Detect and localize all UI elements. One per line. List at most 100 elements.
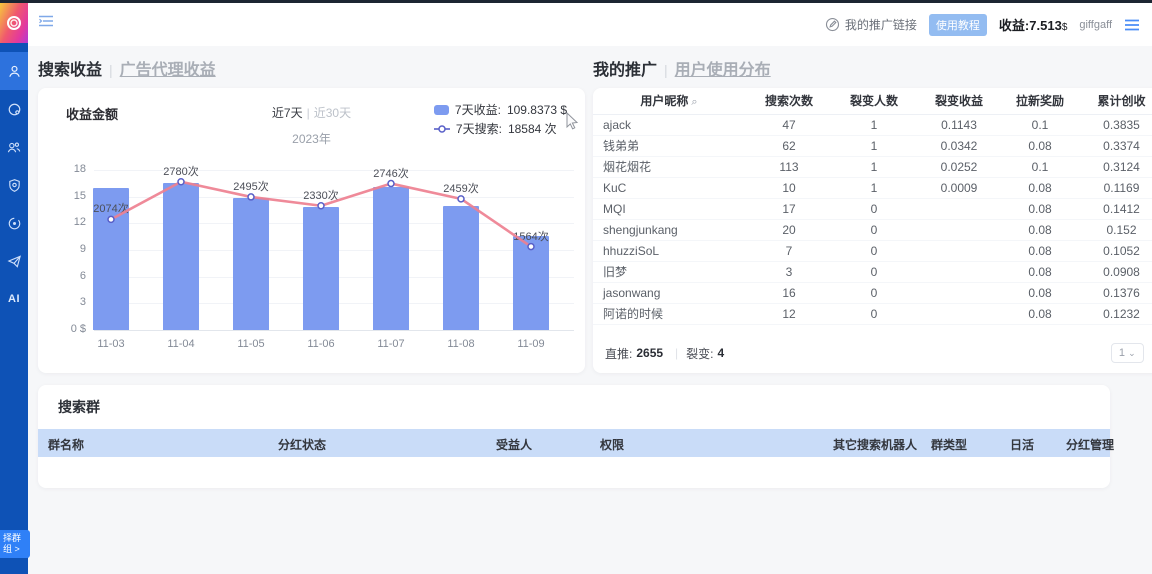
referral-reward: 0.08 — [1003, 282, 1077, 303]
group-col-header: 其它搜索机器人 — [833, 436, 917, 453]
referral-reward: 0.1 — [1003, 114, 1077, 135]
search-count: 20 — [745, 219, 833, 240]
total-revenue: 0.3374 — [1077, 135, 1152, 156]
user-nickname[interactable]: 旧梦 — [593, 261, 745, 282]
menu-icon[interactable] — [1124, 19, 1140, 31]
fission-revenue: 0.0252 — [915, 156, 1003, 177]
user-nickname[interactable]: jasonwang — [593, 282, 745, 303]
fission-people[interactable]: 1 — [833, 177, 915, 198]
user-nickname[interactable]: MQI — [593, 198, 745, 219]
topbar: 我的推广链接 使用教程 收益:7.513$ giffgaff — [28, 3, 1152, 46]
bar-11-05[interactable] — [233, 198, 269, 330]
revenue-display: 收益:7.513$ — [999, 15, 1067, 34]
referral-reward: 0.1 — [1003, 156, 1077, 177]
x-axis-tick: 11-05 — [216, 338, 286, 350]
x-axis-tick: 11-08 — [426, 338, 496, 350]
fission-people[interactable]: 0 — [833, 261, 915, 282]
user-nickname[interactable]: 钱弟弟 — [593, 135, 745, 156]
total-revenue: 0.1376 — [1077, 282, 1152, 303]
group-col-header: 日活 — [1010, 436, 1034, 453]
y-axis-tick: 9 — [44, 243, 86, 255]
bar-11-04[interactable] — [163, 183, 199, 330]
fission-people[interactable]: 0 — [833, 198, 915, 219]
fission-people[interactable]: 1 — [833, 114, 915, 135]
fission-people[interactable]: 0 — [833, 303, 915, 324]
bar-11-08[interactable] — [443, 206, 479, 330]
direct-count: 2655 — [636, 346, 663, 360]
user-nickname[interactable]: 阿诺的时候 — [593, 303, 745, 324]
fission-people[interactable]: 1 — [833, 156, 915, 177]
grid-line — [94, 330, 574, 331]
tab-last-30-days[interactable]: 近30天 — [314, 106, 351, 120]
search-count: 7 — [745, 240, 833, 261]
group-col-header: 受益人 — [496, 436, 532, 453]
line-data-label: 2459次 — [426, 180, 496, 196]
fission-people[interactable]: 1 — [833, 135, 915, 156]
search-count: 16 — [745, 282, 833, 303]
fission-people[interactable]: 0 — [833, 240, 915, 261]
line-data-label: 2495次 — [216, 178, 286, 194]
sidebar-item-globe[interactable] — [0, 90, 28, 128]
bar-11-06[interactable] — [303, 207, 339, 330]
chart-legend: 7天收益: 109.8373 $ 7天搜索: 18584 次 — [434, 100, 567, 138]
table-row: jasonwang160 0.080.1376 — [593, 282, 1152, 303]
legend-revenue: 7天收益: 109.8373 $ — [434, 100, 567, 119]
search-count: 12 — [745, 303, 833, 324]
y-axis-tick: 12 — [44, 216, 86, 228]
x-axis-tick: 11-09 — [496, 338, 566, 350]
total-revenue: 0.1412 — [1077, 198, 1152, 219]
bar-11-09[interactable] — [513, 236, 549, 330]
referral-reward: 0.08 — [1003, 177, 1077, 198]
total-revenue: 0.1052 — [1077, 240, 1152, 261]
table-row: 旧梦300.080.0908 — [593, 261, 1152, 282]
user-nickname[interactable]: KuC — [593, 177, 745, 198]
user-nickname[interactable]: 烟花烟花 — [593, 156, 745, 177]
search-groups-card: 搜索群 群名称分红状态受益人权限其它搜索机器人群类型日活分红管理 — [38, 385, 1110, 488]
page-select[interactable]: 1 ⌄ — [1111, 343, 1144, 363]
search-groups-title: 搜索群 — [58, 397, 100, 417]
tutorial-badge[interactable]: 使用教程 — [929, 14, 987, 36]
tab-last-7-days[interactable]: 近7天 — [272, 106, 303, 120]
sidebar-bottom-badge[interactable]: 择群 组 > — [0, 530, 30, 558]
search-icon[interactable]: ⌕ — [691, 96, 697, 108]
logo-swirl-icon — [5, 14, 23, 32]
tab-ad-agency-revenue[interactable]: 广告代理收益 — [120, 62, 216, 79]
fission-revenue: 0.0342 — [915, 135, 1003, 156]
collapse-menu-icon[interactable] — [38, 14, 54, 33]
app-window: AI 择群 组 > 我的推广链接 使用教程 — [0, 0, 1152, 574]
search-count: 113 — [745, 156, 833, 177]
referral-reward: 0.08 — [1003, 135, 1077, 156]
tab-user-distribution[interactable]: 用户使用分布 — [675, 62, 771, 79]
fission-people[interactable]: 0 — [833, 219, 915, 240]
sidebar-item-security[interactable] — [0, 166, 28, 204]
sidebar-item-send[interactable] — [0, 242, 28, 280]
sidebar-item-ai[interactable]: AI — [0, 280, 28, 318]
line-data-label: 2074次 — [76, 200, 146, 216]
group-col-header: 权限 — [600, 436, 624, 453]
table-row: hhuzziSoL700.080.1052 — [593, 240, 1152, 261]
fission-people[interactable]: 0 — [833, 282, 915, 303]
user-nickname[interactable]: shengjunkang — [593, 219, 745, 240]
col-header[interactable]: 用户昵称⌕ — [593, 88, 745, 114]
line-data-label: 2330次 — [286, 187, 356, 203]
sidebar-item-team[interactable] — [0, 128, 28, 166]
user-nickname[interactable]: hhuzziSoL — [593, 240, 745, 261]
legend-search: 7天搜索: 18584 次 — [434, 119, 567, 138]
referral-reward: 0.08 — [1003, 261, 1077, 282]
table-row: ajack4710.11430.10.3835 — [593, 114, 1152, 135]
total-revenue: 0.3835 — [1077, 114, 1152, 135]
paper-plane-icon — [7, 254, 22, 269]
table-row: 烟花烟花11310.02520.10.3124 — [593, 156, 1152, 177]
promo-link-button[interactable]: 我的推广链接 — [825, 16, 917, 33]
table-row: shengjunkang2000.080.152 — [593, 219, 1152, 240]
table-row: 钱弟弟6210.03420.080.3374 — [593, 135, 1152, 156]
fission-revenue — [915, 282, 1003, 303]
badge-line-1: 择群 — [3, 533, 28, 544]
sidebar-item-profile[interactable] — [0, 52, 28, 90]
sidebar-item-discover[interactable] — [0, 204, 28, 242]
fission-revenue — [915, 240, 1003, 261]
badge-line-2: 组 > — [3, 544, 28, 555]
bar-11-07[interactable] — [373, 187, 409, 330]
app-logo[interactable] — [0, 3, 28, 43]
user-nickname[interactable]: ajack — [593, 114, 745, 135]
